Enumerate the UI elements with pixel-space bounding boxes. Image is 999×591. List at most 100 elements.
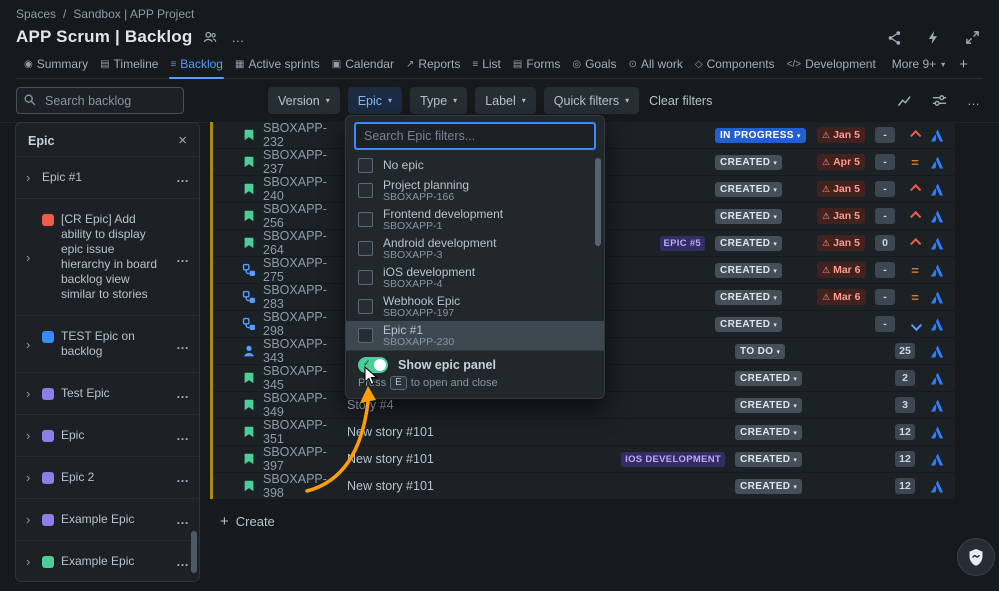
estimate-badge[interactable]: -: [875, 289, 895, 305]
assignee-avatar[interactable]: [925, 128, 947, 143]
assignee-avatar[interactable]: [925, 317, 947, 332]
estimate-badge[interactable]: 25: [895, 343, 915, 359]
filter-version[interactable]: Version ▾: [268, 87, 340, 114]
toolbar-more-button[interactable]: …: [964, 91, 983, 110]
expand-chevron-icon[interactable]: ›: [26, 470, 35, 485]
epic-filter-search-input[interactable]: [354, 122, 596, 150]
tab-goals[interactable]: ◎ Goals ▾: [566, 52, 622, 78]
epic-item-test-epic[interactable]: › Test Epic …: [16, 372, 199, 414]
estimate-badge[interactable]: 12: [895, 424, 915, 440]
estimate-badge[interactable]: -: [875, 154, 895, 170]
assignee-avatar[interactable]: [925, 209, 947, 224]
clear-filters-button[interactable]: Clear filters: [643, 93, 718, 109]
breadcrumb-project[interactable]: Sandbox | APP Project: [73, 7, 194, 21]
status-badge[interactable]: CREATED ▾: [715, 290, 783, 305]
backlog-row-sboxapp-398[interactable]: SBOXAPP-398 New story #101 CREATED▾ ⚠ 12…: [213, 472, 955, 500]
filter-type[interactable]: Type ▾: [410, 87, 468, 114]
epic-item-epic-1[interactable]: › Epic #1 …: [16, 156, 199, 198]
expand-chevron-icon[interactable]: ›: [26, 170, 35, 185]
privacy-shield-button[interactable]: [957, 538, 995, 576]
epic-more-actions-icon[interactable]: …: [174, 512, 191, 527]
status-badge[interactable]: CREATED ▾: [735, 425, 803, 440]
epic-item-example-epic[interactable]: › Example Epic …: [16, 540, 199, 581]
tab-forms[interactable]: ▤ Forms ▾: [507, 52, 566, 78]
status-badge[interactable]: CREATED ▾: [735, 452, 803, 467]
epic-item-epic-2[interactable]: › Epic 2 …: [16, 456, 199, 498]
add-tab-button[interactable]: +: [951, 54, 976, 77]
epic-filter-option-sboxapp-230[interactable]: Epic #1 SBOXAPP-230: [346, 321, 604, 350]
checkbox[interactable]: [358, 270, 373, 285]
status-badge[interactable]: IN PROGRESS ▾: [715, 128, 806, 143]
expand-chevron-icon[interactable]: ›: [26, 512, 35, 527]
checkbox[interactable]: [358, 183, 373, 198]
epic-filter-option-sboxapp-166[interactable]: Project planning SBOXAPP-166: [346, 176, 604, 205]
tab-active-sprints[interactable]: ▦ Active sprints ▾: [229, 52, 326, 78]
epic-more-actions-icon[interactable]: …: [174, 170, 191, 185]
tab-timeline[interactable]: ▤ Timeline ▾: [94, 52, 164, 78]
show-epic-panel-toggle[interactable]: ✓: [358, 357, 388, 373]
assignee-avatar[interactable]: [925, 263, 947, 278]
assignee-avatar[interactable]: [925, 479, 947, 494]
assignee-avatar[interactable]: [925, 290, 947, 305]
status-badge[interactable]: CREATED ▾: [715, 209, 783, 224]
assignee-avatar[interactable]: [925, 182, 947, 197]
estimate-badge[interactable]: 3: [895, 397, 915, 413]
epic-more-actions-icon[interactable]: …: [174, 337, 191, 352]
collaborators-icon[interactable]: [200, 27, 220, 47]
epic-filter-option-no-epic[interactable]: No epic: [346, 154, 604, 176]
tab-backlog[interactable]: ≡ Backlog ▾: [164, 52, 229, 79]
assignee-avatar[interactable]: [925, 452, 947, 467]
status-badge[interactable]: CREATED ▾: [715, 182, 783, 197]
epic-item-test-epic-on-backlog[interactable]: › TEST Epic on backlog …: [16, 315, 199, 372]
tab-development[interactable]: </> Development ▾: [781, 52, 882, 78]
epic-more-actions-icon[interactable]: …: [174, 428, 191, 443]
estimate-badge[interactable]: -: [875, 316, 895, 332]
assignee-avatar[interactable]: [925, 371, 947, 386]
scrollbar-thumb[interactable]: [595, 158, 601, 246]
epic-filter-option-sboxapp-3[interactable]: Android development SBOXAPP-3: [346, 234, 604, 263]
share-button[interactable]: [884, 27, 905, 48]
epic-filter-option-sboxapp-1[interactable]: Frontend development SBOXAPP-1: [346, 205, 604, 234]
expand-chevron-icon[interactable]: ›: [26, 337, 35, 352]
status-badge[interactable]: CREATED ▾: [715, 317, 783, 332]
backlog-row-sboxapp-397[interactable]: SBOXAPP-397 New story #101 IOS DEVELOPME…: [213, 445, 955, 473]
title-more-button[interactable]: …: [228, 28, 247, 47]
filter-label[interactable]: Label ▾: [475, 87, 536, 114]
filter-epic[interactable]: Epic ▾: [347, 87, 403, 114]
status-badge[interactable]: CREATED ▾: [715, 263, 783, 278]
expand-chevron-icon[interactable]: ›: [26, 386, 35, 401]
assignee-avatar[interactable]: [925, 155, 947, 170]
status-badge[interactable]: CREATED ▾: [735, 398, 803, 413]
status-badge[interactable]: CREATED ▾: [735, 479, 803, 494]
expand-chevron-icon[interactable]: ›: [26, 250, 35, 265]
assignee-avatar[interactable]: [925, 398, 947, 413]
scrollbar-thumb[interactable]: [191, 531, 197, 573]
tab-list[interactable]: ≡ List ▾: [466, 52, 507, 78]
tab-components[interactable]: ◇ Components ▾: [689, 52, 781, 78]
tab-more-9[interactable]: More 9+ ▾: [882, 52, 951, 78]
epic-filter-option-sboxapp-197[interactable]: Webhook Epic SBOXAPP-197: [346, 292, 604, 321]
estimate-badge[interactable]: -: [875, 262, 895, 278]
tab-calendar[interactable]: ▣ Calendar ▾: [326, 52, 400, 78]
breadcrumb-spaces[interactable]: Spaces: [16, 7, 56, 21]
estimate-badge[interactable]: 0: [875, 235, 895, 251]
assignee-avatar[interactable]: [925, 344, 947, 359]
estimate-badge[interactable]: -: [875, 208, 895, 224]
fullscreen-button[interactable]: [962, 27, 983, 48]
assignee-avatar[interactable]: [925, 236, 947, 251]
create-issue-button[interactable]: + Create: [210, 513, 281, 530]
checkbox[interactable]: [358, 241, 373, 256]
automation-lightning-button[interactable]: [923, 27, 944, 48]
expand-chevron-icon[interactable]: ›: [26, 554, 35, 569]
epic-more-actions-icon[interactable]: …: [174, 470, 191, 485]
search-backlog-input[interactable]: [16, 87, 184, 114]
status-badge[interactable]: CREATED ▾: [715, 236, 783, 251]
checkbox[interactable]: [358, 212, 373, 227]
epic-more-actions-icon[interactable]: …: [174, 554, 191, 569]
status-badge[interactable]: CREATED ▾: [735, 371, 803, 386]
assignee-avatar[interactable]: [925, 425, 947, 440]
estimate-badge[interactable]: -: [875, 181, 895, 197]
checkbox[interactable]: [358, 299, 373, 314]
epic-item-cr-epic-add-ability-to-display-epic-issue-hierarchy-in-board-backlog-view-similar-to-stories[interactable]: › [CR Epic] Add ability to display epic …: [16, 198, 199, 315]
estimate-badge[interactable]: 2: [895, 370, 915, 386]
